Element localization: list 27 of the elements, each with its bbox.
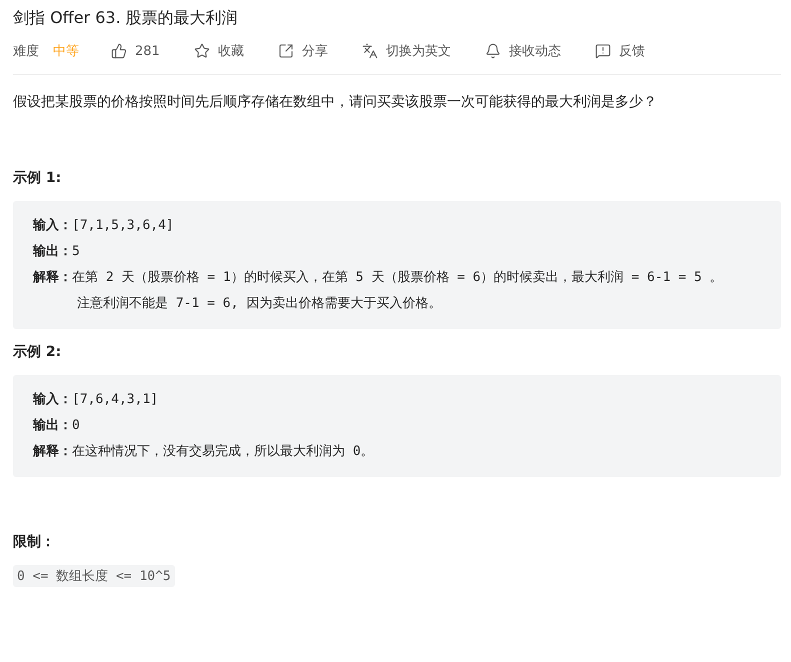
example-line: 解释：在第 2 天（股票价格 = 1）的时候买入，在第 5 天（股票价格 = 6）的时候卖出，最大利润 = 6-1 = 5 。 [33,269,724,287]
action-link[interactable]: 281 [111,43,160,59]
example-line: 输入：[7,6,4,3,1] [33,390,160,409]
problem-description: 假设把某股票的价格按照时间先后顺序存储在数组中，请问买卖该股票一次可能获得的最大利润是多少？ [13,93,658,112]
example-note: 注意利润不能是 7-1 = 6, 因为卖出价格需要大于买入价格。 [76,295,442,313]
thumbs-up-icon [111,43,127,59]
example-heading: 示例 2: [13,343,62,361]
action-link[interactable]: 收藏 [194,42,244,60]
difficulty-label: 难度 [13,43,39,60]
translate-icon [362,43,378,59]
bell-icon [484,43,501,59]
problem-title: 剑指 Offer 63. 股票的最大利润 [13,7,239,29]
star-icon [194,43,210,59]
action-link[interactable]: 接收动态 [484,42,561,60]
example-line: 输出：0 [33,417,81,435]
constraints-heading: 限制： [13,533,56,551]
example-line: 输出：5 [33,243,81,261]
action-link[interactable]: 反馈 [594,42,645,60]
difficulty-level: 中等 [53,43,79,60]
share-icon [278,43,294,59]
action-link[interactable]: 切换为英文 [362,42,451,60]
action-link[interactable]: 分享 [278,42,328,60]
example-line: 解释：在这种情况下，没有交易完成，所以最大利润为 0。 [33,443,375,461]
example-heading: 示例 1: [13,169,62,187]
feedback-icon [594,43,611,59]
constraint-code: 0 <= 数组长度 <= 10^5 [13,565,175,587]
example-line: 输入：[7,1,5,3,6,4] [33,216,175,235]
